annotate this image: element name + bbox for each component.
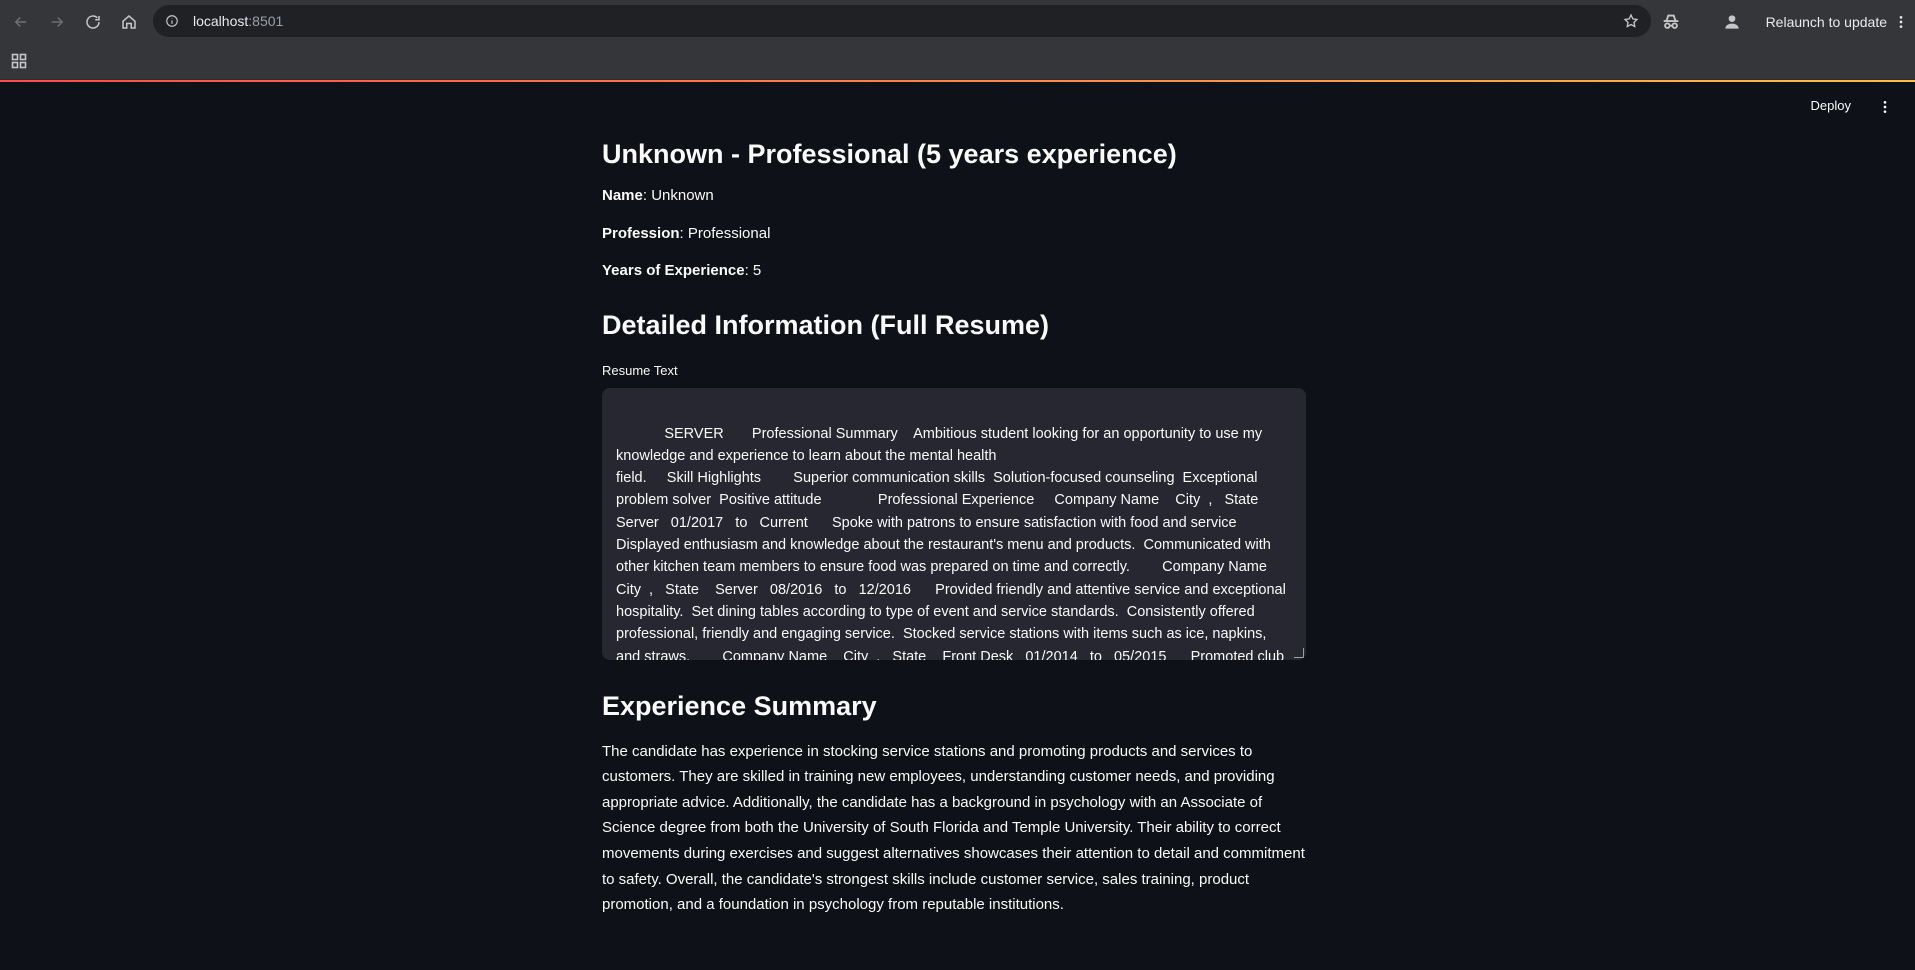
bookmark-star-icon[interactable] (1623, 13, 1639, 29)
arrow-right-icon (51, 16, 64, 27)
browser-menu-icon[interactable] (1893, 14, 1909, 30)
resize-handle[interactable] (1294, 648, 1304, 659)
url-host: localhost (193, 13, 249, 29)
address-bar[interactable]: localhost:8501 (153, 5, 1651, 37)
browser-actions: Relaunch to update (1660, 0, 1915, 43)
name-label: Name (602, 187, 643, 205)
profession-field: Profession: Professional (602, 224, 1306, 244)
url-port: :8501 (248, 13, 284, 29)
years-label: Years of Experience (602, 262, 745, 280)
years-value: : 5 (744, 262, 762, 280)
app-container: Deploy Unknown - Professional (5 years e… (0, 82, 1915, 970)
resume-text-area[interactable]: SERVER Professional Summary Ambitious st… (602, 388, 1306, 661)
home-icon (122, 14, 136, 29)
profile-icon[interactable] (1722, 12, 1742, 32)
browser-toolbar: localhost:8501 Relaunch to update (0, 0, 1915, 43)
apps-grid-icon[interactable] (11, 53, 27, 69)
arrow-left-icon (14, 16, 27, 27)
site-info-icon[interactable] (165, 14, 179, 28)
back-button[interactable] (3, 4, 39, 40)
bookmarks-bar (0, 43, 1915, 80)
profession-label: Profession (602, 224, 680, 242)
relaunch-button[interactable]: Relaunch to update (1766, 14, 1887, 30)
name-value: : Unknown (642, 187, 714, 205)
main-content: Unknown - Professional (5 years experien… (602, 138, 1306, 918)
reload-button[interactable] (75, 4, 111, 40)
profession-value: : Professional (679, 224, 771, 242)
page-title: Unknown - Professional (5 years experien… (602, 139, 1177, 169)
detail-heading: Detailed Information (Full Resume) (602, 309, 1050, 340)
experience-summary: The candidate has experience in stocking… (602, 742, 1305, 914)
app-menu-icon[interactable] (1877, 98, 1893, 116)
name-field: Name: Unknown (602, 186, 1306, 206)
home-button[interactable] (111, 4, 147, 40)
years-field: Years of Experience: 5 (602, 261, 1306, 281)
forward-button[interactable] (39, 4, 75, 40)
experience-heading: Experience Summary (602, 691, 877, 722)
incognito-icon[interactable] (1660, 11, 1682, 33)
resume-text-label: Resume Text (602, 363, 678, 379)
reload-icon (86, 14, 100, 29)
resume-text: SERVER Professional Summary Ambitious st… (616, 425, 1286, 661)
deploy-button[interactable]: Deploy (1811, 98, 1851, 113)
